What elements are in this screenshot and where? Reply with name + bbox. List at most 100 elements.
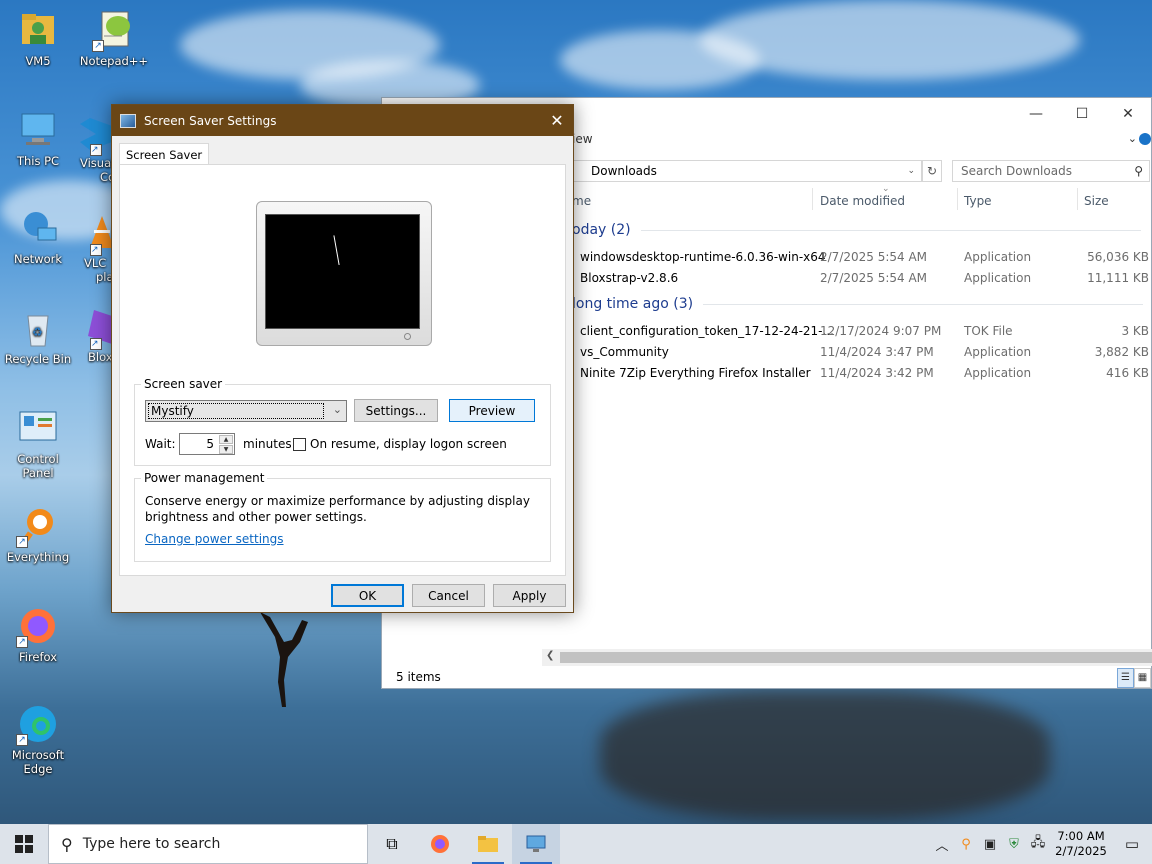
- vm-tray-icon[interactable]: ▣: [978, 837, 1002, 852]
- column-header-size[interactable]: Size: [1084, 194, 1109, 208]
- taskbar: ⚲ Type here to search ⧉ ︿ ⚲ ▣ ⛨ 🖧 7:00 A…: [0, 824, 1152, 864]
- file-row[interactable]: windowsdesktop-runtime-6.0.36-win-x64 2/…: [572, 247, 1151, 268]
- stepper-up-icon[interactable]: ▲: [219, 435, 233, 444]
- desktop-icon-label: Microsoft: [11, 748, 65, 762]
- ribbon-tab-view[interactable]: iew: [572, 132, 593, 146]
- desktop-icon-label: Firefox: [18, 650, 58, 664]
- bloxstrap-icon: ↗: [84, 306, 112, 350]
- group-header-long-time-ago[interactable]: long time ago (3): [572, 296, 1144, 312]
- search-input[interactable]: Search Downloads ⚲: [952, 160, 1150, 182]
- everything-tray-icon[interactable]: ⚲: [954, 837, 978, 852]
- desktop-icon-firefox[interactable]: ↗ Firefox: [0, 604, 76, 664]
- folder-icon: [478, 836, 498, 852]
- group-label: oday (2): [572, 222, 631, 238]
- power-management-group: Power management Conserve energy or maxi…: [134, 471, 551, 562]
- desktop-icon-control-panel[interactable]: Control Panel: [0, 406, 76, 480]
- start-button[interactable]: [0, 824, 48, 864]
- show-hidden-icons-chevron-icon[interactable]: ︿: [930, 835, 954, 854]
- file-row[interactable]: Bloxstrap-v2.8.6 2/7/2025 5:54 AM Applic…: [572, 268, 1151, 289]
- desktop-icon-vlc[interactable]: ↗ VLC pla: [80, 212, 112, 284]
- scrollbar-thumb[interactable]: [560, 652, 1152, 663]
- taskbar-search-input[interactable]: ⚲ Type here to search: [48, 824, 368, 864]
- column-headers: me Date modified ⌄ Type Size: [572, 184, 1151, 214]
- desktop-icon-bloxstrap[interactable]: ↗ Blox: [84, 306, 112, 364]
- desktop-icon-network[interactable]: Network: [0, 206, 76, 266]
- minimize-button[interactable]: —: [1013, 98, 1059, 130]
- change-power-settings-link[interactable]: Change power settings: [145, 532, 284, 546]
- file-type: Application: [964, 250, 1032, 264]
- taskbar-file-explorer[interactable]: [464, 824, 512, 864]
- notification-center-icon[interactable]: ▭: [1112, 835, 1152, 853]
- svg-text:♻: ♻: [32, 325, 43, 339]
- close-icon[interactable]: ✕: [541, 105, 573, 136]
- chevron-left-icon[interactable]: ❮: [546, 650, 554, 661]
- shortcut-arrow-icon: ↗: [90, 338, 102, 350]
- apply-button[interactable]: Apply: [493, 584, 566, 607]
- details-view-icon[interactable]: ☰: [1117, 668, 1134, 688]
- column-header-date[interactable]: Date modified: [820, 194, 905, 208]
- view-mode-buttons: ☰ ▦: [1117, 668, 1151, 688]
- screensaver-selected: Mystify: [148, 403, 324, 419]
- resume-logon-checkbox[interactable]: [293, 438, 306, 451]
- file-row[interactable]: client_configuration_token_17-12-24-21-.…: [572, 321, 1151, 342]
- file-name: windowsdesktop-runtime-6.0.36-win-x64: [580, 250, 826, 264]
- firefox-icon: [431, 835, 449, 853]
- desktop-icon-this-pc[interactable]: This PC: [0, 108, 76, 168]
- wait-minutes-stepper[interactable]: 5 ▲ ▼: [179, 433, 235, 455]
- resume-logon-label[interactable]: On resume, display logon screen: [310, 437, 507, 451]
- power-description-line: brightness and other power settings.: [145, 510, 367, 524]
- computer-icon: [16, 108, 60, 152]
- group-label: Power management: [141, 471, 268, 485]
- address-bar[interactable]: Downloads ⌄: [572, 160, 922, 182]
- desktop-icon-edge[interactable]: ↗ Microsoft Edge: [0, 702, 76, 776]
- clock-date: 2/7/2025: [1055, 844, 1107, 858]
- taskbar-firefox[interactable]: [416, 824, 464, 864]
- horizontal-scrollbar[interactable]: ❮: [542, 649, 1152, 666]
- tab-screen-saver[interactable]: Screen Saver: [119, 143, 210, 165]
- monitor-preview: [256, 201, 432, 346]
- group-header-today[interactable]: oday (2): [572, 222, 1141, 238]
- desktop-icon-label: pla: [96, 270, 112, 284]
- security-shield-icon[interactable]: ⛨: [1002, 837, 1026, 852]
- desktop-icon-vscode[interactable]: ↗ Visual Co: [76, 112, 112, 184]
- cancel-button[interactable]: Cancel: [412, 584, 485, 607]
- screensaver-select[interactable]: Mystify ⌄: [145, 400, 347, 422]
- large-icons-view-icon[interactable]: ▦: [1134, 668, 1151, 688]
- file-type: Application: [964, 271, 1032, 285]
- file-name: client_configuration_token_17-12-24-21-.…: [580, 324, 834, 338]
- desktop-icon-vm5[interactable]: VM5: [0, 8, 76, 68]
- tab-bar: Screen Saver: [119, 143, 210, 165]
- file-date: 12/17/2024 9:07 PM: [820, 324, 942, 338]
- stepper-down-icon[interactable]: ▼: [219, 445, 233, 454]
- column-header-name[interactable]: me: [572, 194, 591, 208]
- settings-button[interactable]: Settings...: [354, 399, 438, 422]
- control-panel-icon: [16, 406, 60, 450]
- column-header-type[interactable]: Type: [964, 194, 992, 208]
- taskbar-screen-saver-settings[interactable]: [512, 824, 560, 864]
- power-description-line: Conserve energy or maximize performance …: [145, 494, 530, 508]
- screensaver-group: Screen saver Mystify ⌄ Settings... Previ…: [134, 377, 551, 466]
- minutes-label: minutes: [243, 437, 292, 451]
- wait-label: Wait:: [145, 437, 176, 451]
- vscode-icon: ↗: [76, 112, 112, 156]
- refresh-icon[interactable]: ↻: [922, 160, 942, 182]
- search-icon: ⚲: [1134, 164, 1143, 178]
- file-row[interactable]: vs_Community 11/4/2024 3:47 PM Applicati…: [572, 342, 1151, 363]
- power-led-icon: [404, 333, 411, 340]
- desktop-icon-recycle-bin[interactable]: ♻ Recycle Bin: [0, 306, 76, 366]
- close-button[interactable]: ✕: [1105, 98, 1151, 130]
- chevron-down-icon[interactable]: ⌄: [907, 166, 915, 176]
- desktop-icon-notepadpp[interactable]: ↗ Notepad++: [76, 8, 152, 68]
- ribbon-expand-icon[interactable]: ⌄: [1128, 132, 1137, 145]
- file-row[interactable]: Ninite 7Zip Everything Firefox Installer…: [572, 363, 1151, 384]
- ok-button[interactable]: OK: [331, 584, 404, 607]
- network-tray-icon[interactable]: 🖧: [1026, 833, 1050, 855]
- help-icon[interactable]: [1139, 133, 1151, 145]
- maximize-button[interactable]: ☐: [1059, 98, 1105, 130]
- silhouette-figure: [260, 612, 308, 707]
- taskbar-clock[interactable]: 7:00 AM 2/7/2025: [1050, 829, 1112, 859]
- task-view-button[interactable]: ⧉: [368, 824, 416, 864]
- preview-button[interactable]: Preview: [449, 399, 535, 422]
- desktop-icon-everything[interactable]: ↗ Everything: [0, 504, 76, 564]
- everything-search-icon: ↗: [16, 504, 60, 548]
